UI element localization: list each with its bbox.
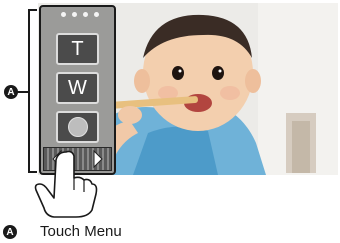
zoom-tele-button[interactable]: T: [56, 33, 99, 65]
zoom-wide-button[interactable]: W: [56, 72, 99, 104]
page-dot: [61, 12, 66, 17]
callout-badge: A: [4, 85, 18, 99]
page-dot: [72, 12, 77, 17]
record-dot-icon: [67, 117, 88, 137]
zoom-wide-label: W: [68, 77, 87, 99]
finger-touch-icon: [34, 150, 98, 218]
page-dot: [83, 12, 88, 17]
zoom-tele-label: T: [71, 38, 84, 60]
page-indicator-dots: [61, 12, 99, 17]
legend-badge: A: [3, 225, 17, 239]
callout-bracket: [28, 9, 37, 173]
page-dot: [94, 12, 99, 17]
legend-label: Touch Menu: [40, 223, 122, 240]
record-button[interactable]: [56, 111, 99, 143]
